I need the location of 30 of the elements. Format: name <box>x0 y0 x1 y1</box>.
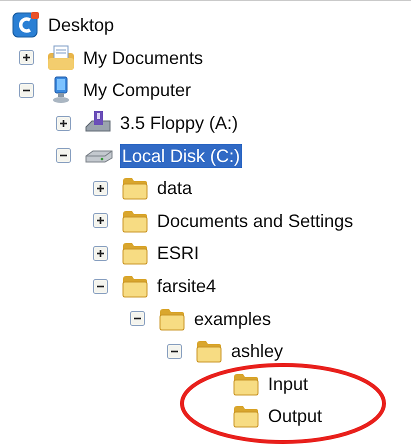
collapse-icon[interactable] <box>93 278 108 294</box>
expand-icon[interactable] <box>19 50 34 66</box>
collapse-icon[interactable] <box>56 148 71 164</box>
desktop-icon <box>12 11 40 40</box>
tree-item[interactable]: examples <box>192 306 274 331</box>
documents-icon <box>47 44 75 72</box>
expand-icon[interactable] <box>56 116 71 131</box>
tree-item[interactable]: data <box>155 176 194 200</box>
expand-icon[interactable] <box>93 180 108 196</box>
expand-icon[interactable] <box>93 246 108 261</box>
tree-item[interactable]: Output <box>266 404 324 428</box>
folder-icon <box>121 175 149 202</box>
tree-item[interactable]: Desktop <box>46 13 116 38</box>
tree-item[interactable]: Documents and Settings <box>155 208 356 233</box>
folder-icon <box>232 403 260 430</box>
tree-item[interactable]: 3.5 Floppy (A:) <box>118 111 240 136</box>
tree-item[interactable]: ESRI <box>155 241 202 266</box>
tree-item[interactable]: Local Disk (C:) <box>120 144 242 168</box>
expand-icon[interactable] <box>93 213 108 228</box>
folder-icon <box>195 338 223 364</box>
tree-item[interactable]: Input <box>266 372 310 396</box>
collapse-icon[interactable] <box>19 82 34 98</box>
folder-icon <box>121 240 149 266</box>
tree-item[interactable]: farsite4 <box>155 274 218 298</box>
collapse-icon[interactable] <box>167 344 182 359</box>
tree-item[interactable]: My Documents <box>81 46 206 70</box>
folder-icon <box>121 273 149 300</box>
tree-item[interactable]: My Computer <box>81 78 194 102</box>
tree-item[interactable]: ashley <box>229 339 286 364</box>
collapse-icon[interactable] <box>130 311 145 326</box>
